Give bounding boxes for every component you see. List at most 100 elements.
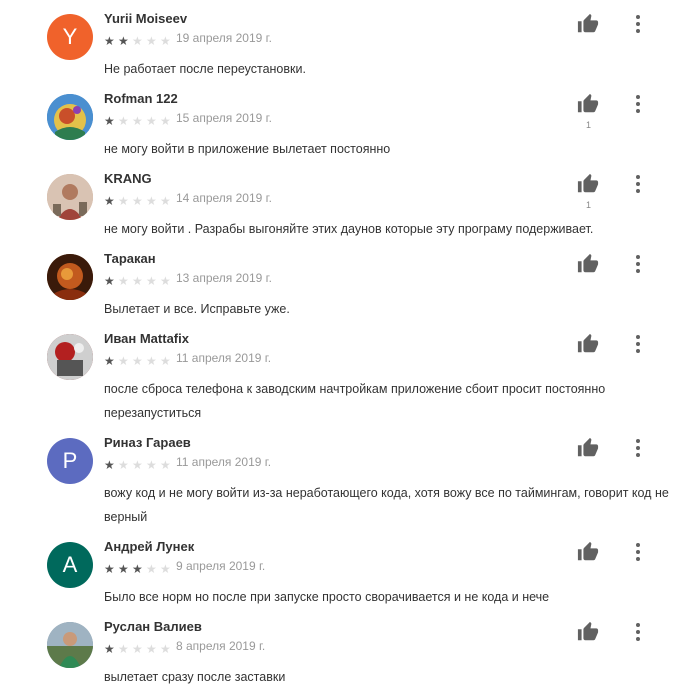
- avatar[interactable]: A: [47, 542, 93, 588]
- star-icon: ★: [118, 194, 129, 208]
- star-icon: ★: [118, 562, 129, 576]
- star-icon: ★: [160, 354, 171, 368]
- star-icon: ★: [160, 34, 171, 48]
- review-date: 9 апреля 2019 г.: [176, 559, 266, 573]
- reviewer-name: Руслан Валиев: [104, 619, 202, 634]
- thumb-up-icon[interactable]: [577, 437, 603, 461]
- reviewer-name: Rofman 122: [104, 91, 178, 106]
- review-date: 8 апреля 2019 г.: [176, 639, 266, 653]
- star-icon: ★: [146, 562, 157, 576]
- star-icon: ★: [118, 274, 129, 288]
- star-rating: ★ ★ ★ ★ ★: [104, 272, 174, 288]
- star-icon: ★: [160, 562, 171, 576]
- avatar[interactable]: [47, 622, 93, 668]
- avatar[interactable]: [47, 254, 93, 300]
- like-count: 1: [586, 200, 592, 210]
- avatar-letter: Y: [62, 24, 78, 49]
- avatar[interactable]: [47, 94, 93, 140]
- reviewer-name: Риназ Гараев: [104, 435, 191, 450]
- review-text: Вылетает и все. Исправьте уже.: [104, 302, 290, 316]
- star-icon: ★: [132, 114, 143, 128]
- star-icon: ★: [104, 274, 115, 288]
- star-icon: ★: [132, 642, 143, 656]
- review-text: Было все норм но после при запуске прост…: [104, 590, 550, 604]
- more-vert-icon[interactable]: [631, 93, 645, 115]
- star-icon: ★: [146, 458, 157, 472]
- more-vert-icon[interactable]: [631, 437, 645, 459]
- thumb-up-icon[interactable]: [577, 621, 603, 645]
- thumb-up-icon[interactable]: [577, 13, 603, 37]
- review-date: 15 апреля 2019 г.: [176, 111, 272, 125]
- star-icon: ★: [104, 458, 115, 472]
- review-text: не могу войти . Разрабы выгоняйте этих д…: [104, 222, 594, 236]
- review-date: 11 апреля 2019 г.: [176, 455, 272, 469]
- star-icon: ★: [146, 354, 157, 368]
- star-rating: ★ ★ ★ ★ ★: [104, 560, 174, 576]
- star-icon: ★: [132, 34, 143, 48]
- thumb-up-icon[interactable]: [577, 253, 603, 277]
- review-text: Не работает после переустановки.: [104, 62, 306, 76]
- review-text: вылетает сразу после заставки: [104, 670, 286, 684]
- more-vert-icon[interactable]: [631, 541, 645, 563]
- star-icon: ★: [104, 642, 115, 656]
- more-vert-icon[interactable]: [631, 173, 645, 195]
- star-icon: ★: [132, 354, 143, 368]
- star-icon: ★: [118, 458, 129, 472]
- star-icon: ★: [104, 194, 115, 208]
- thumb-up-icon[interactable]: [577, 333, 603, 357]
- review-text: вожу код и не могу войти из-за неработаю…: [104, 486, 669, 524]
- star-rating: ★ ★ ★ ★ ★: [104, 640, 174, 656]
- reviewer-name: Иван Mattafix: [104, 331, 189, 346]
- star-icon: ★: [118, 642, 129, 656]
- star-rating: ★ ★ ★ ★ ★: [104, 352, 174, 368]
- avatar-letter: A: [62, 552, 78, 577]
- star-icon: ★: [132, 458, 143, 472]
- review-date: 14 апреля 2019 г.: [176, 191, 272, 205]
- star-icon: ★: [160, 194, 171, 208]
- like-count: 1: [586, 120, 592, 130]
- star-icon: ★: [104, 354, 115, 368]
- star-icon: ★: [160, 458, 171, 472]
- star-rating: ★ ★ ★ ★ ★: [104, 32, 174, 48]
- more-vert-icon[interactable]: [631, 13, 645, 35]
- star-icon: ★: [160, 114, 171, 128]
- avatar-letter: P: [62, 448, 78, 473]
- star-icon: ★: [132, 274, 143, 288]
- star-icon: ★: [104, 562, 115, 576]
- star-icon: ★: [118, 354, 129, 368]
- star-icon: ★: [146, 274, 157, 288]
- review-date: 11 апреля 2019 г.: [176, 351, 272, 365]
- star-icon: ★: [146, 34, 157, 48]
- more-vert-icon[interactable]: [631, 621, 645, 643]
- star-icon: ★: [146, 642, 157, 656]
- avatar[interactable]: Y: [47, 14, 93, 60]
- star-icon: ★: [160, 274, 171, 288]
- thumb-up-icon[interactable]: [577, 93, 603, 117]
- avatar[interactable]: [47, 174, 93, 220]
- star-icon: ★: [132, 562, 143, 576]
- more-vert-icon[interactable]: [631, 253, 645, 275]
- star-icon: ★: [118, 34, 129, 48]
- star-rating: ★ ★ ★ ★ ★: [104, 112, 174, 128]
- star-icon: ★: [160, 642, 171, 656]
- reviewer-name: Yurii Moiseev: [104, 11, 188, 26]
- review-text: не могу войти в приложение вылетает пост…: [104, 142, 391, 156]
- star-icon: ★: [104, 114, 115, 128]
- star-rating: ★ ★ ★ ★ ★: [104, 456, 174, 472]
- thumb-up-icon[interactable]: [577, 541, 603, 565]
- avatar[interactable]: [47, 334, 93, 380]
- review-date: 19 апреля 2019 г.: [176, 31, 272, 45]
- star-icon: ★: [104, 34, 115, 48]
- star-icon: ★: [146, 114, 157, 128]
- reviewer-name: Андрей Лунек: [104, 539, 195, 554]
- reviewer-name: Таракан: [104, 251, 156, 266]
- star-icon: ★: [132, 194, 143, 208]
- more-vert-icon[interactable]: [631, 333, 645, 355]
- star-icon: ★: [118, 114, 129, 128]
- reviewer-name: KRANG: [104, 171, 152, 186]
- star-rating: ★ ★ ★ ★ ★: [104, 192, 174, 208]
- avatar[interactable]: P: [47, 438, 93, 484]
- review-date: 13 апреля 2019 г.: [176, 271, 272, 285]
- star-icon: ★: [146, 194, 157, 208]
- thumb-up-icon[interactable]: [577, 173, 603, 197]
